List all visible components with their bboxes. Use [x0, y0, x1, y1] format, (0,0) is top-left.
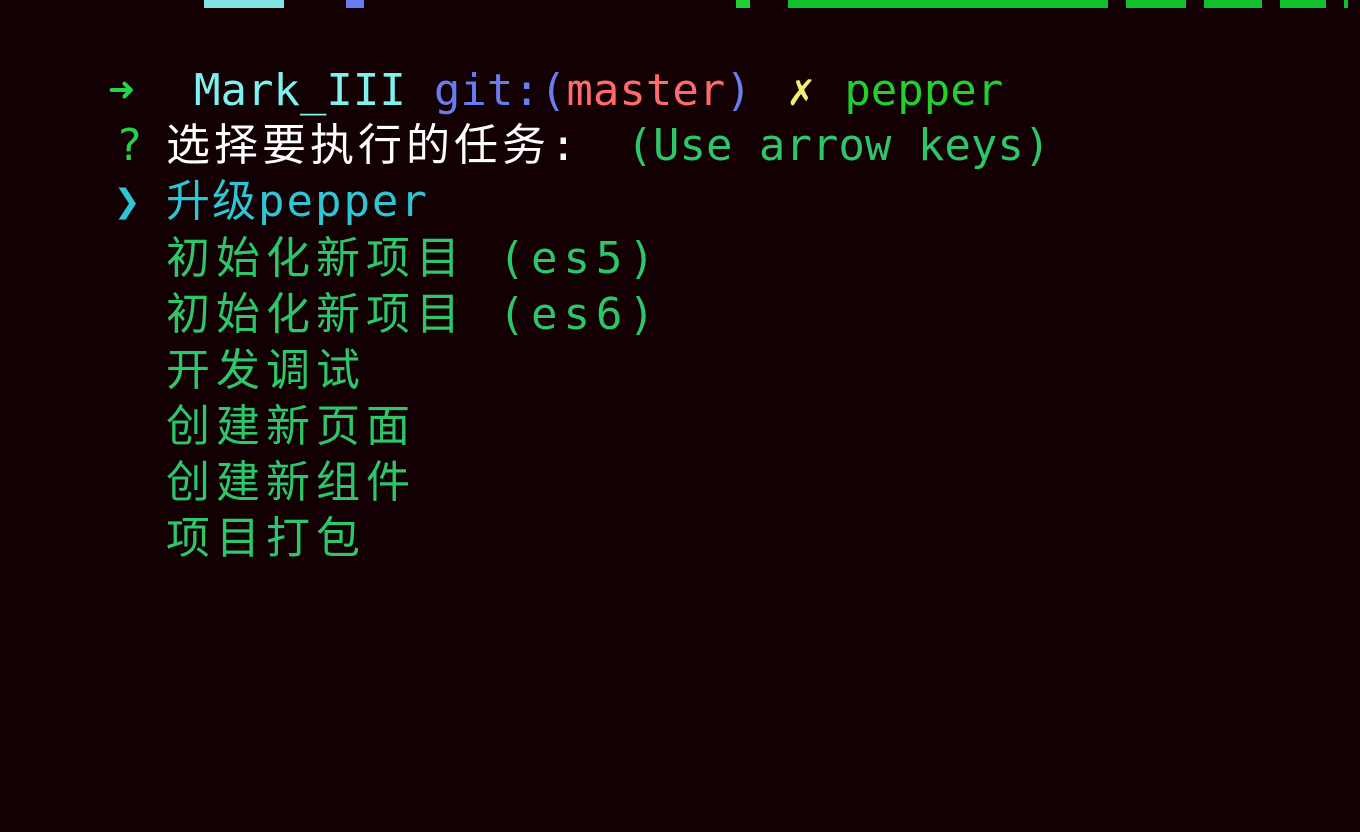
terminal-window[interactable]: ➜ Mark_III git:(master) ✗ pepper ? 选择要执行的任务:(…	[0, 0, 1360, 832]
clipped-text-fragment	[346, 0, 364, 8]
menu-option[interactable]: 创建新页面	[0, 346, 416, 452]
clipped-highlight-gap	[1326, 0, 1344, 8]
question-line: ? 选择要执行的任务: (Use arrow keys)	[0, 65, 1050, 171]
menu-option-label: 项目打包	[165, 513, 366, 564]
menu-option[interactable]: 初始化新项目 (es5)	[0, 178, 661, 284]
clipped-highlight-gap	[1108, 0, 1126, 8]
previous-line-fragment	[0, 0, 1360, 8]
clipped-text-fragment	[736, 0, 750, 8]
menu-option[interactable]: 项目打包	[0, 458, 366, 564]
navigation-hint: (Use arrow keys)	[626, 120, 1051, 171]
menu-option[interactable]: 创建新组件	[0, 402, 416, 508]
clipped-highlight-gap	[1262, 0, 1280, 8]
clipped-text-fragment	[204, 0, 284, 8]
menu-option-selected[interactable]: ❯ 升级pepper	[0, 121, 429, 227]
menu-option[interactable]: 初始化新项目 (es6)	[0, 234, 661, 340]
clipped-highlight-gap	[1186, 0, 1204, 8]
menu-option[interactable]: 开发调试	[0, 290, 366, 396]
shell-prompt-line: ➜ Mark_III git:(master) ✗ pepper	[0, 10, 1003, 116]
